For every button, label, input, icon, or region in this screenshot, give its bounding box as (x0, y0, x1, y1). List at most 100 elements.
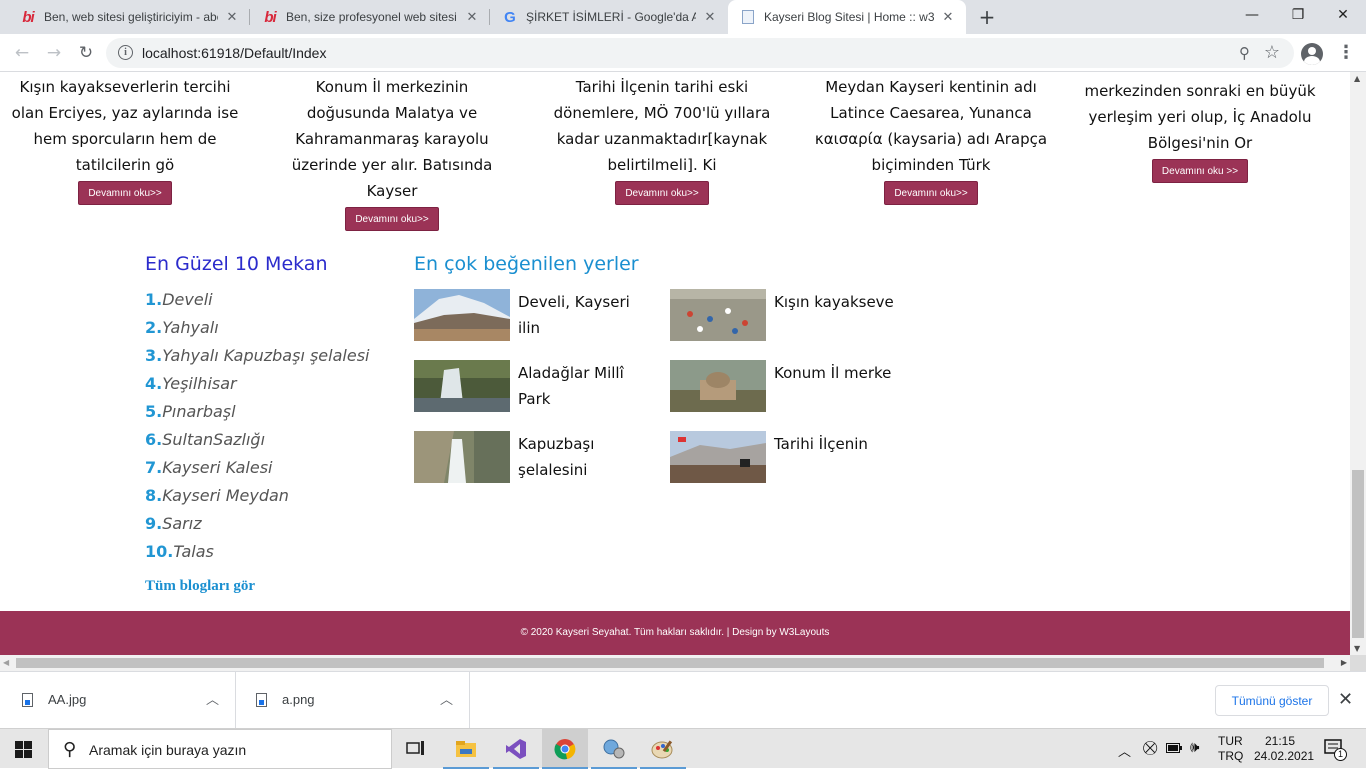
mosque-photo[interactable] (670, 360, 766, 412)
list-item[interactable]: 6.SultanSazlığı (145, 430, 369, 458)
blog-card-excerpt: Meydan Kayseri kentinin adı Latince Caes… (814, 78, 1048, 174)
blog-card: Meydan Kayseri kentinin adı Latince Caes… (806, 74, 1056, 205)
aerial-photo[interactable] (670, 289, 766, 341)
vertical-scrollbar[interactable]: ▲ ▼ (1350, 72, 1366, 655)
task-view-icon[interactable] (393, 729, 439, 769)
url-text[interactable]: localhost:61918/Default/Index (142, 45, 326, 61)
bookmark-star-icon[interactable]: ☆ (1264, 42, 1280, 63)
blog-card-excerpt: merkezinden sonraki en büyük yerleşim ye… (1084, 82, 1316, 152)
liked-place-name[interactable]: Kışın kayakseve (774, 289, 899, 315)
chevron-up-icon[interactable]: ︿ (440, 689, 453, 708)
site-info-icon[interactable]: i (118, 45, 133, 60)
browser-tab-active[interactable]: Kayseri Blog Sitesi | Home :: w3la ✕ (728, 0, 966, 34)
new-tab-button[interactable]: + (975, 5, 999, 29)
close-tab-icon[interactable]: ✕ (464, 9, 480, 25)
address-bar[interactable]: i localhost:61918/Default/Index ⚲ ☆ (106, 38, 1294, 68)
read-more-button[interactable]: Devamını oku >> (1151, 159, 1249, 183)
close-tab-icon[interactable]: ✕ (940, 9, 956, 25)
liked-place-name[interactable]: Konum İl merke (774, 360, 899, 386)
scroll-down-arrow-icon[interactable]: ▼ (1354, 644, 1360, 653)
download-filename[interactable]: a.png (282, 692, 315, 707)
download-item[interactable]: AA.jpg ︿ (0, 672, 236, 729)
list-item[interactable]: 4.Yeşilhisar (145, 374, 369, 402)
zoom-magnifier-icon[interactable]: ⚲ (1239, 44, 1250, 62)
forward-arrow-icon[interactable]: → (42, 41, 66, 65)
browser-tab-3[interactable]: G ŞİRKET İSİMLERİ - Google'da Ara ✕ (490, 0, 728, 34)
falls-photo[interactable] (414, 431, 510, 483)
volume-icon[interactable]: 🕪 (1190, 739, 1199, 779)
all-blogs-link[interactable]: Tüm blogları gör (145, 578, 255, 595)
taskbar-search-box[interactable]: ⚲ Aramak için buraya yazın (48, 729, 392, 769)
liked-place-item[interactable]: Kışın kayakseve (670, 289, 910, 341)
maximize-button[interactable]: ❐ (1275, 0, 1321, 30)
scroll-left-arrow-icon[interactable]: ◀ (3, 658, 9, 667)
liked-place-name[interactable]: Tarihi İlçenin (774, 431, 899, 457)
chevron-up-icon[interactable]: ︿ (206, 689, 219, 708)
waterfall-photo[interactable] (414, 360, 510, 412)
download-item[interactable]: a.png ︿ (236, 672, 470, 729)
input-language[interactable]: TUR TRQ (1218, 734, 1243, 774)
clock[interactable]: 21:15 24.02.2021 (1254, 734, 1315, 774)
reload-icon[interactable]: ↻ (74, 41, 98, 65)
list-item[interactable]: 2.Yahyalı (145, 318, 369, 346)
file-explorer-icon[interactable] (443, 729, 489, 769)
top-places-list: 1.Develi 2.Yahyalı 3.Yahyalı Kapuzbaşı ş… (145, 290, 369, 570)
profile-avatar-icon[interactable] (1301, 43, 1323, 65)
read-more-button[interactable]: Devamını oku>> (345, 207, 439, 231)
browser-tab-2[interactable]: bi Ben, size profesyonel web sitesi h ✕ (250, 0, 490, 34)
chrome-icon[interactable] (542, 729, 588, 769)
show-all-downloads-button[interactable]: Tümünü göster (1215, 685, 1329, 716)
close-tab-icon[interactable]: ✕ (224, 9, 240, 25)
page-icon (740, 9, 756, 25)
notification-icon[interactable]: 1 (1322, 738, 1352, 762)
horizontal-scrollbar[interactable]: ◀ ▶ (0, 655, 1350, 671)
close-shelf-icon[interactable]: ✕ (1338, 689, 1353, 710)
paint-icon[interactable] (640, 729, 686, 769)
list-item[interactable]: 10.Talas (145, 542, 369, 570)
liked-place-item[interactable]: Aladağlar Millî Park (414, 360, 654, 412)
liked-place-name[interactable]: Develi, Kayseri ilin (518, 289, 643, 341)
liked-place-item[interactable]: Konum İl merke (670, 360, 910, 412)
minimize-button[interactable]: — (1229, 0, 1275, 30)
windows-start-icon[interactable] (15, 741, 32, 758)
town-photo[interactable] (670, 431, 766, 483)
list-item[interactable]: 5.Pınarbaşl (145, 402, 369, 430)
visual-studio-icon[interactable] (493, 729, 539, 769)
network-tool-icon[interactable] (591, 729, 637, 769)
page-viewport: Kışın kayakseverlerin tercihi olan Erciy… (0, 72, 1350, 655)
liked-place-name[interactable]: Kapuzbaşı şelalesini (518, 431, 643, 483)
taskbar-search-placeholder[interactable]: Aramak için buraya yazın (89, 742, 246, 758)
liked-place-item[interactable]: Kapuzbaşı şelalesini (414, 431, 654, 483)
read-more-button[interactable]: Devamını oku>> (78, 181, 172, 205)
search-icon: ⚲ (63, 739, 77, 760)
list-item[interactable]: 9.Sarız (145, 514, 369, 542)
list-item[interactable]: 7.Kayseri Kalesi (145, 458, 369, 486)
liked-place-item[interactable]: Tarihi İlçenin (670, 431, 910, 483)
image-file-icon (22, 693, 33, 707)
liked-place-name[interactable]: Aladağlar Millî Park (518, 360, 643, 412)
scroll-up-arrow-icon[interactable]: ▲ (1354, 74, 1360, 83)
chevron-up-icon[interactable]: ︿ (1118, 741, 1131, 781)
horizontal-scroll-thumb[interactable] (16, 658, 1324, 668)
downloads-shelf: AA.jpg ︿ a.png ︿ Tümünü göster ✕ (0, 671, 1366, 729)
scroll-right-arrow-icon[interactable]: ▶ (1341, 658, 1347, 667)
browser-toolbar: ← → ↻ i localhost:61918/Default/Index ⚲ … (0, 34, 1366, 72)
browser-tab-1[interactable]: bi Ben, web sitesi geliştiriciyim - abc … (8, 0, 250, 34)
blog-card-excerpt: Konum İl merkezinin doğusunda Malatya ve… (291, 78, 493, 200)
read-more-button[interactable]: Devamını oku>> (884, 181, 978, 205)
battery-icon[interactable] (1166, 742, 1182, 782)
download-filename[interactable]: AA.jpg (48, 692, 86, 707)
browser-menu-icon[interactable]: ⋮ (1336, 42, 1356, 64)
list-item[interactable]: 8.Kayseri Meydan (145, 486, 369, 514)
vertical-scroll-thumb[interactable] (1352, 470, 1364, 638)
list-item[interactable]: 1.Develi (145, 290, 369, 318)
mountain-photo[interactable] (414, 289, 510, 341)
network-tray-icon[interactable]: ⛒ (1143, 739, 1157, 779)
read-more-button[interactable]: Devamını oku>> (615, 181, 709, 205)
list-item[interactable]: 3.Yahyalı Kapuzbaşı şelalesi (145, 346, 369, 374)
back-arrow-icon[interactable]: ← (10, 41, 34, 65)
window-close-button[interactable]: ✕ (1320, 0, 1366, 30)
liked-place-item[interactable]: Develi, Kayseri ilin (414, 289, 654, 341)
clock-date: 24.02.2021 (1254, 749, 1315, 763)
close-tab-icon[interactable]: ✕ (702, 9, 718, 25)
